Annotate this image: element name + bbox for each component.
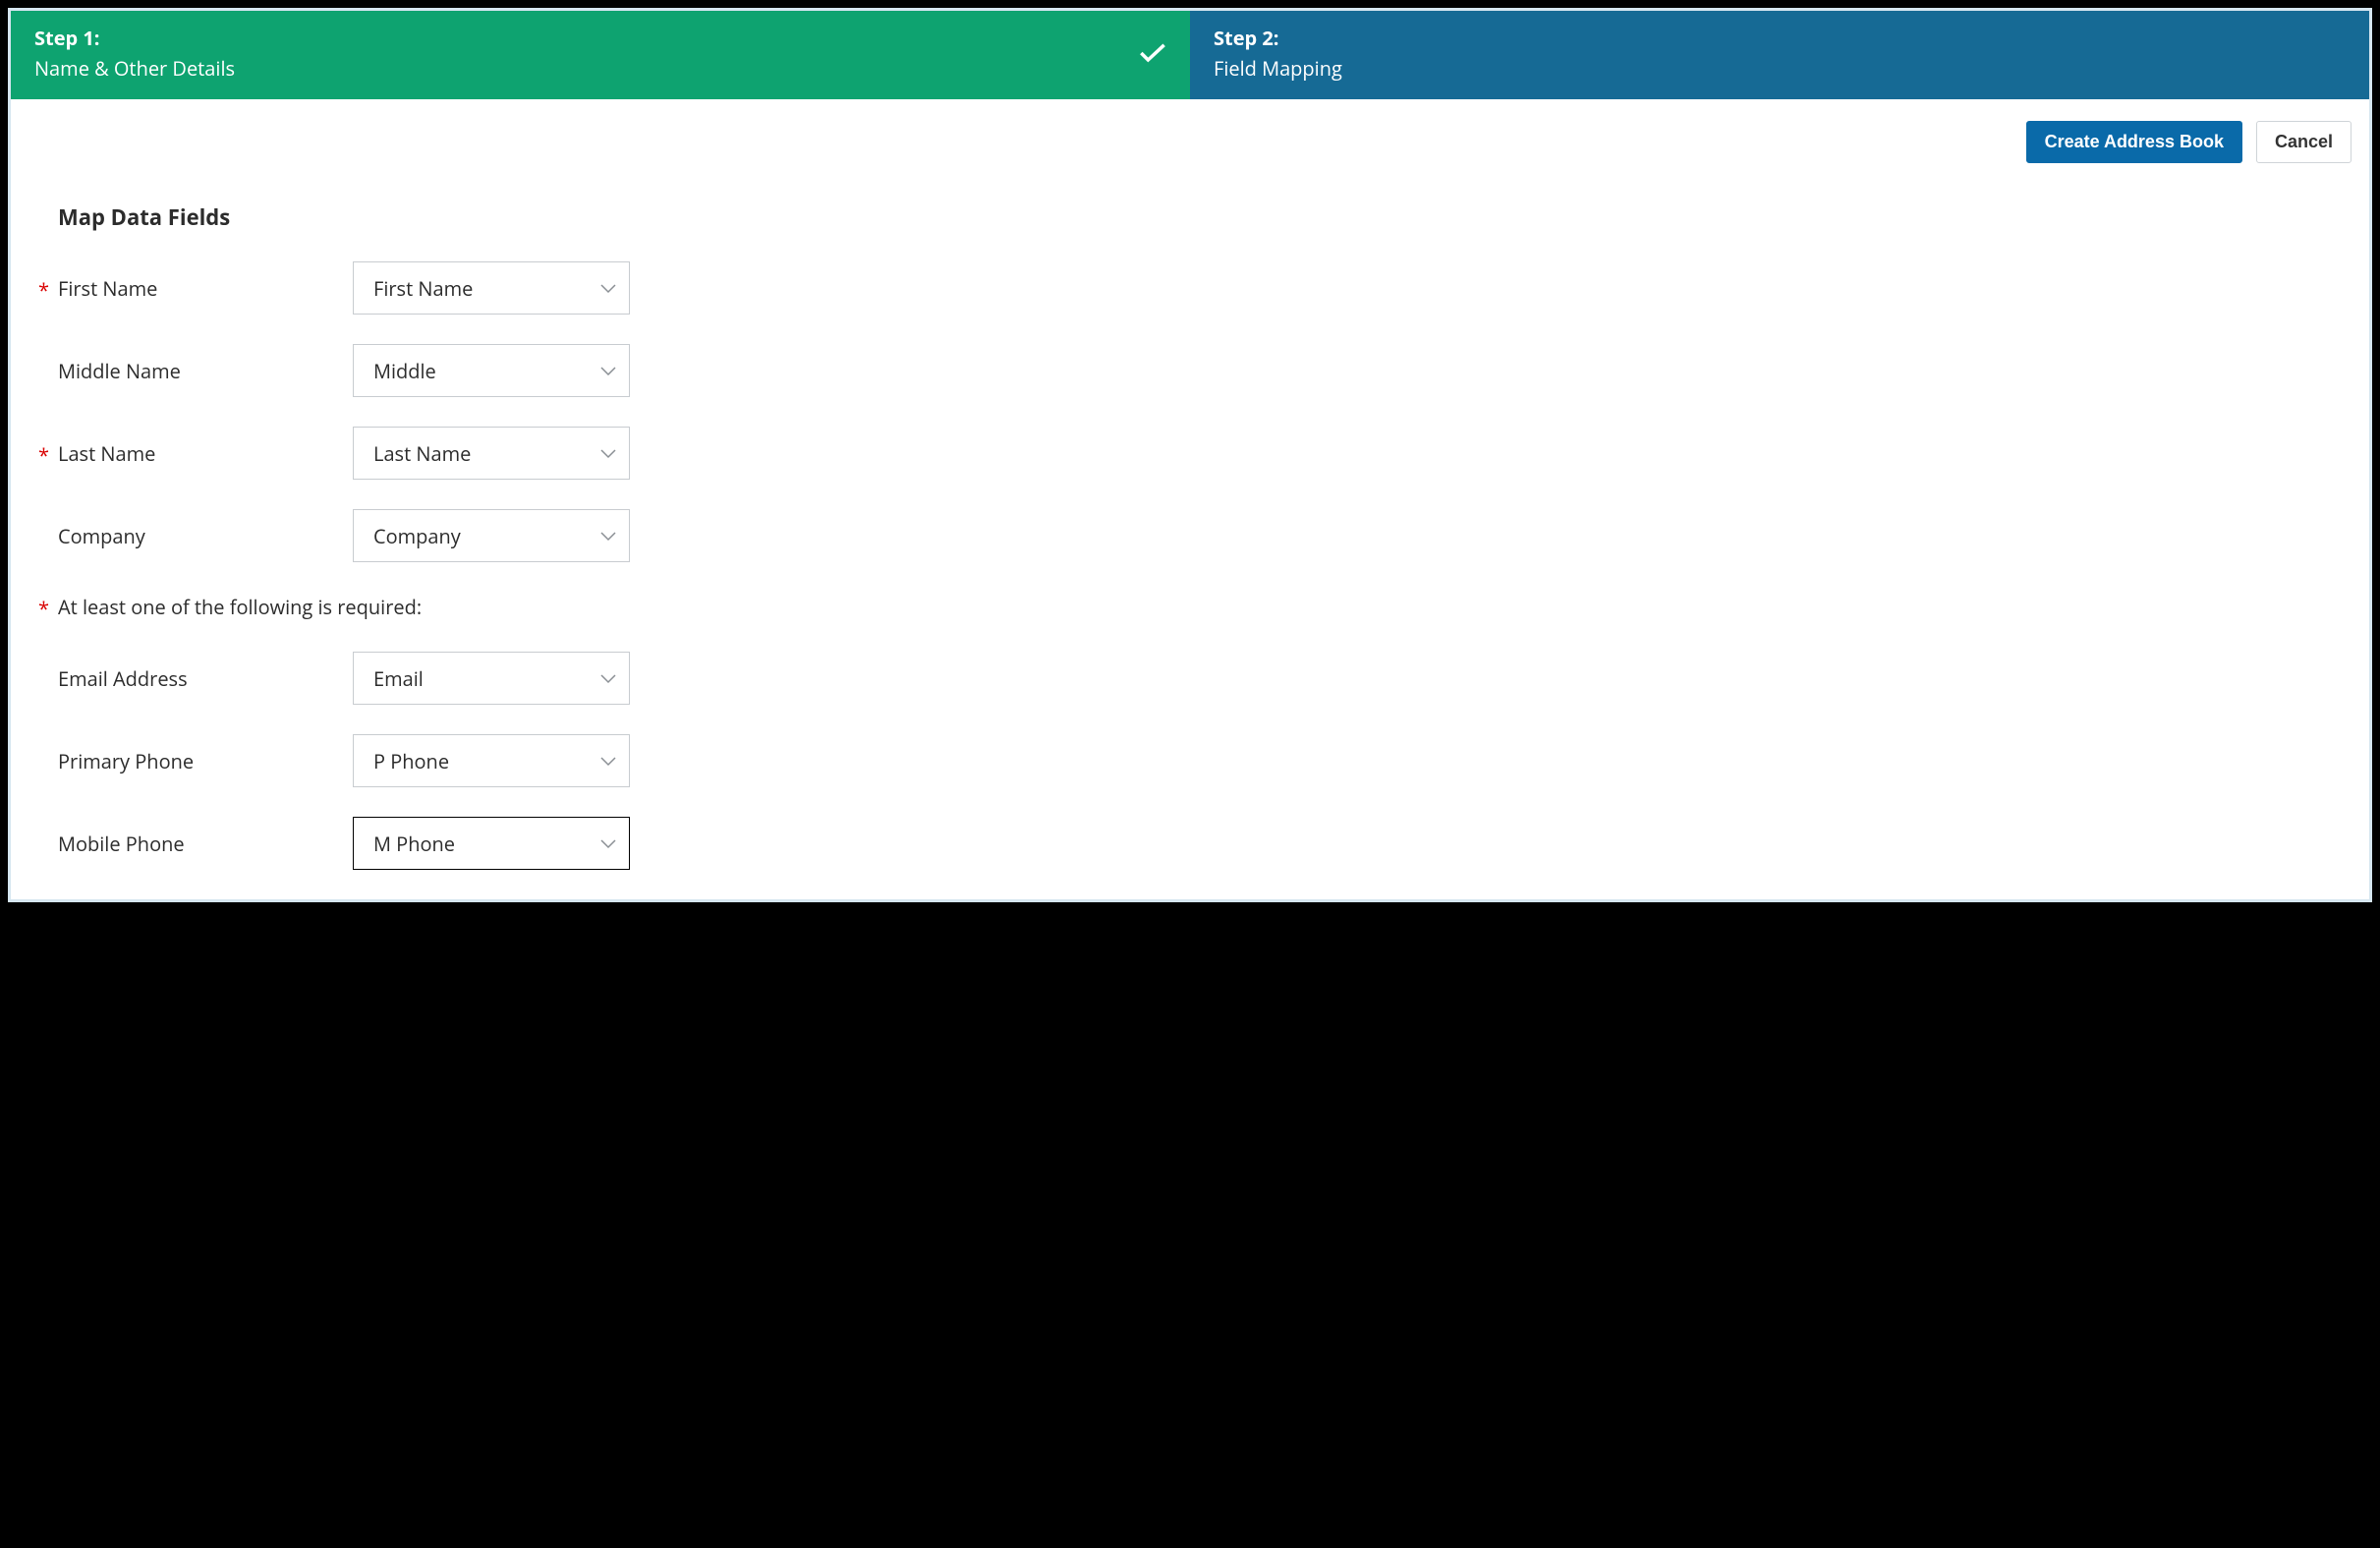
field-row-mobile-phone: Mobile Phone M Phone: [38, 817, 2342, 870]
step-1-title: Step 1:: [34, 25, 235, 51]
field-row-last-name: * Last Name Last Name: [38, 427, 2342, 480]
required-placeholder: [38, 759, 58, 763]
action-bar: Create Address Book Cancel: [11, 99, 2369, 163]
last-name-select[interactable]: Last Name: [353, 427, 630, 480]
email-select[interactable]: Email: [353, 652, 630, 705]
mobile-phone-select-wrap: M Phone: [353, 817, 630, 870]
primary-phone-select-value: P Phone: [373, 748, 449, 774]
step-2-subtitle: Field Mapping: [1214, 55, 2346, 82]
create-address-book-button[interactable]: Create Address Book: [2026, 121, 2242, 163]
field-row-first-name: * First Name First Name: [38, 261, 2342, 315]
email-select-wrap: Email: [353, 652, 630, 705]
mobile-phone-select-value: M Phone: [373, 831, 455, 857]
mobile-phone-label: Mobile Phone: [58, 831, 353, 857]
first-name-label: First Name: [58, 275, 353, 302]
company-select-value: Company: [373, 523, 461, 549]
required-asterisk: *: [38, 273, 58, 304]
company-select-wrap: Company: [353, 509, 630, 562]
last-name-label: Last Name: [58, 440, 353, 467]
field-row-middle-name: Middle Name Middle: [38, 344, 2342, 397]
note-row: * At least one of the following is requi…: [38, 592, 2342, 622]
field-row-company: Company Company: [38, 509, 2342, 562]
first-name-select-value: First Name: [373, 275, 473, 302]
field-row-primary-phone: Primary Phone P Phone: [38, 734, 2342, 787]
email-label: Email Address: [58, 665, 353, 692]
first-name-select[interactable]: First Name: [353, 261, 630, 315]
required-asterisk: *: [38, 438, 58, 469]
email-select-value: Email: [373, 665, 424, 692]
last-name-select-wrap: Last Name: [353, 427, 630, 480]
note-text: At least one of the following is require…: [58, 594, 608, 621]
steps-bar: Step 1: Name & Other Details Step 2: Fie…: [11, 11, 2369, 99]
last-name-select-value: Last Name: [373, 440, 471, 467]
step-1-subtitle: Name & Other Details: [34, 55, 235, 82]
required-asterisk: *: [38, 592, 58, 622]
middle-name-select-value: Middle: [373, 358, 436, 384]
primary-phone-select-wrap: P Phone: [353, 734, 630, 787]
step-1-text: Step 1: Name & Other Details: [34, 25, 235, 82]
app-frame: Step 1: Name & Other Details Step 2: Fie…: [8, 8, 2372, 902]
section-title: Map Data Fields: [58, 202, 2342, 232]
step-1[interactable]: Step 1: Name & Other Details: [11, 11, 1190, 99]
company-select[interactable]: Company: [353, 509, 630, 562]
primary-phone-select[interactable]: P Phone: [353, 734, 630, 787]
middle-name-select-wrap: Middle: [353, 344, 630, 397]
step-2-title: Step 2:: [1214, 25, 2346, 51]
step-2[interactable]: Step 2: Field Mapping: [1190, 11, 2369, 99]
required-placeholder: [38, 841, 58, 845]
mobile-phone-select[interactable]: M Phone: [353, 817, 630, 870]
first-name-select-wrap: First Name: [353, 261, 630, 315]
company-label: Company: [58, 523, 353, 549]
required-placeholder: [38, 676, 58, 680]
cancel-button[interactable]: Cancel: [2256, 121, 2352, 163]
check-icon: [1139, 42, 1166, 64]
form-area: Map Data Fields * First Name First Name …: [11, 163, 2369, 899]
primary-phone-label: Primary Phone: [58, 748, 353, 774]
required-placeholder: [38, 369, 58, 373]
required-placeholder: [38, 534, 58, 538]
middle-name-select[interactable]: Middle: [353, 344, 630, 397]
field-row-email: Email Address Email: [38, 652, 2342, 705]
middle-name-label: Middle Name: [58, 358, 353, 384]
